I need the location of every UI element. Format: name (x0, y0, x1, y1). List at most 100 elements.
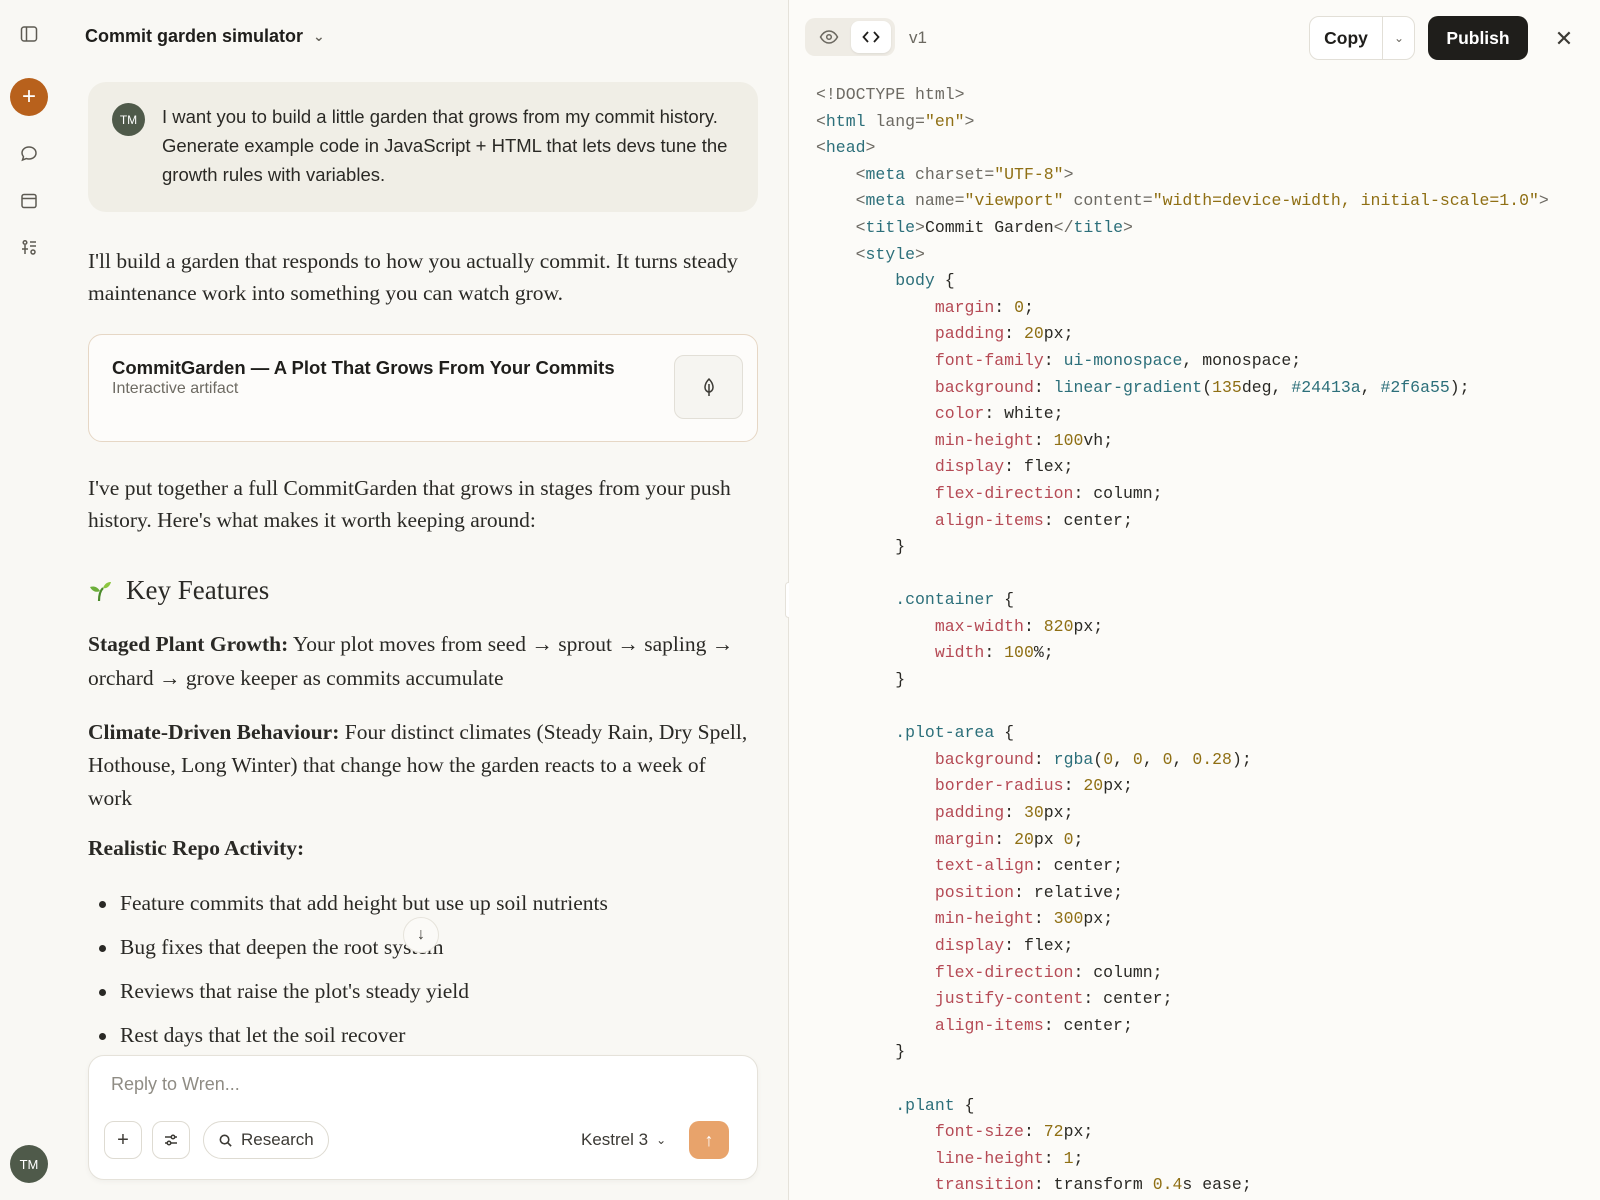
code-line: margin: 20px 0; (934, 829, 1084, 849)
projects-icon[interactable] (13, 185, 45, 217)
code-line: .container { (895, 590, 1015, 610)
code-line: .plant { (895, 1095, 975, 1115)
code-line: position: relative; (934, 882, 1123, 902)
code-line: display: flex; (934, 457, 1074, 477)
artifacts-icon[interactable] (13, 232, 45, 264)
code-line: align-items: center; (934, 510, 1133, 530)
research-label: Research (241, 1130, 314, 1149)
code-tab[interactable] (851, 21, 891, 53)
copy-options-button[interactable]: ⌄ (1383, 17, 1415, 59)
feature-label: Climate-Driven Behaviour: (88, 720, 340, 744)
code-line: padding: 20px; (934, 324, 1074, 344)
view-toggle (805, 18, 895, 56)
artifact-open-button[interactable] (674, 355, 743, 419)
chevron-down-icon: ⌄ (656, 1133, 667, 1147)
code-line: .plot-area { (895, 723, 1015, 743)
code-line: min-height: 100vh; (934, 430, 1114, 450)
code-line: text-align: center; (934, 856, 1123, 876)
attach-button[interactable]: + (104, 1121, 142, 1159)
preview-tab[interactable] (809, 21, 849, 53)
send-button[interactable]: ↑ (689, 1121, 729, 1159)
code-line: display: flex; (934, 936, 1074, 955)
code-line: <!DOCTYPE html> (816, 85, 965, 104)
feature-staged-growth: Staged Plant Growth: Your plot moves fro… (88, 627, 753, 695)
composer: + Research Kestrel 3 ⌄ ↑ (88, 1055, 758, 1180)
code-line: padding: 30px; (934, 803, 1074, 823)
new-chat-button[interactable]: + (10, 78, 48, 116)
chevron-down-icon: ⌄ (1393, 31, 1405, 45)
chat-column: Commit garden simulator ⌄ TM I want you … (58, 0, 788, 1200)
artifact-title: CommitGarden — A Plot That Grows From Yo… (112, 357, 615, 378)
publish-button[interactable]: Publish (1428, 16, 1528, 60)
plus-icon: + (117, 1128, 129, 1151)
sliders-icon (165, 1134, 177, 1146)
feature-label: Staged Plant Growth: (88, 632, 289, 656)
code-line: background: linear-gradient(135deg, #244… (934, 377, 1470, 397)
code-icon (862, 31, 880, 43)
sidebar-toggle-icon[interactable] (13, 18, 45, 50)
code-line: <html lang="en"> (816, 111, 975, 131)
code-view[interactable]: <!DOCTYPE html> <html lang="en"> <head> <m… (816, 82, 1586, 1199)
chat-title-menu[interactable]: Commit garden simulator ⌄ (85, 26, 325, 47)
left-rail: + TM (0, 0, 58, 1200)
code-line: body { (895, 271, 955, 291)
artifact-subtitle: Interactive artifact (112, 380, 239, 397)
model-name: Kestrel 3 (581, 1130, 649, 1149)
research-button[interactable]: Research (203, 1121, 329, 1159)
code-line: } (816, 670, 906, 690)
leaf-icon (703, 377, 714, 396)
code-line: margin: 0; (934, 297, 1034, 317)
search-icon (219, 1134, 232, 1147)
code-line: <meta charset="UTF-8"> (816, 164, 1074, 184)
artifact-panel: v1 Copy ⌄ Publish ✕ <!DOCTYPE html> <html… (789, 0, 1600, 1200)
chats-icon[interactable] (13, 138, 45, 170)
chat-title: Commit garden simulator (85, 26, 304, 46)
user-avatar: TM (112, 103, 145, 136)
chevron-down-icon: ⌄ (313, 28, 325, 44)
tools-button[interactable] (152, 1121, 190, 1159)
code-line: max-width: 820px; (934, 616, 1104, 636)
code-line: width: 100%; (934, 643, 1054, 663)
close-icon[interactable]: ✕ (1549, 24, 1579, 54)
account-avatar[interactable]: TM (10, 1145, 48, 1183)
version-label: v1 (909, 28, 927, 47)
code-line: justify-content: center; (934, 989, 1173, 1009)
seedling-icon (90, 581, 111, 601)
code-line: font-size: 72px; (934, 1122, 1094, 1142)
artifact-card[interactable]: CommitGarden — A Plot That Grows From Yo… (88, 334, 758, 442)
code-line: border-radius: 20px; (934, 776, 1133, 796)
code-line: <head> (816, 138, 876, 158)
code-line: <title>Commit Garden</title> (816, 217, 1133, 237)
copy-button[interactable]: Copy (1310, 17, 1383, 59)
code-line: <style> (816, 244, 925, 264)
code-line: } (816, 537, 906, 557)
code-line: background: rgba(0, 0, 0, 0.28); (934, 749, 1252, 769)
code-line: color: white; (934, 404, 1064, 424)
eye-icon (819, 30, 839, 44)
code-line: transition: transform 0.4s ease; (934, 1175, 1252, 1195)
code-line: } (816, 1042, 906, 1062)
scroll-down-button[interactable]: ↓ (403, 917, 439, 953)
code-line: line-height: 1; (934, 1148, 1084, 1168)
user-message-text: I want you to build a little garden that… (162, 106, 728, 185)
code-line: font-family: ui-monospace, monospace; (934, 350, 1302, 370)
code-line: min-height: 300px; (934, 909, 1114, 929)
code-line: flex-direction: column; (934, 962, 1163, 982)
plus-icon: + (21, 83, 36, 110)
assistant-intro: I'll build a garden that responds to how… (88, 249, 738, 305)
feature-repo-activity-label: Realistic Repo Activity: (88, 836, 305, 860)
features-heading-text: Key Features (126, 575, 270, 605)
reply-input[interactable] (111, 1074, 711, 1095)
model-selector[interactable]: Kestrel 3 ⌄ (581, 1130, 666, 1150)
feature-climate: Climate-Driven Behaviour: Four distinct … (88, 716, 753, 815)
copy-group: Copy ⌄ (1309, 16, 1415, 60)
list-item: Reviews that raise the plot's steady yie… (88, 978, 748, 1022)
code-line: <meta name="viewport" content="width=dev… (816, 191, 1549, 211)
arrow-down-icon: ↓ (417, 926, 425, 943)
assistant-paragraph: I've put together a full CommitGarden th… (88, 476, 731, 532)
features-heading: Key Features (88, 575, 269, 606)
user-message: TM I want you to build a little garden t… (88, 82, 758, 212)
